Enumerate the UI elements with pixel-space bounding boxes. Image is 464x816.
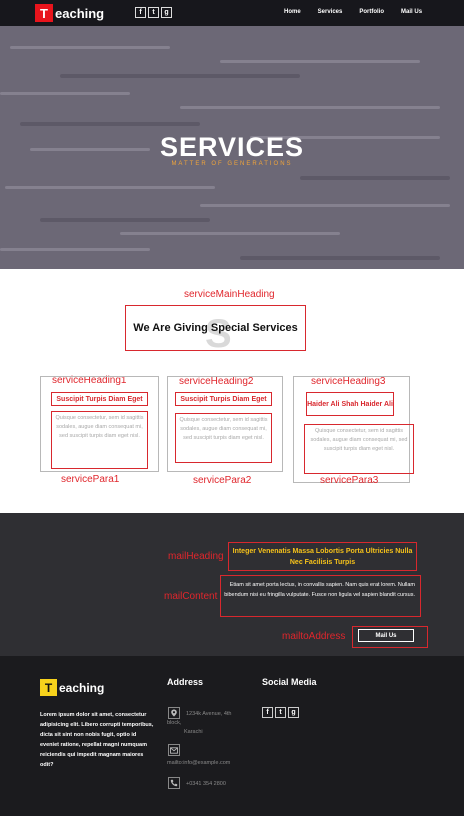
service-heading-2: Suscipit Turpis Diam Eget bbox=[175, 392, 272, 406]
service-para-2-label: servicePara2 bbox=[193, 475, 252, 486]
footer-logo-text: eaching bbox=[59, 680, 105, 695]
mail-heading: Integer Venenatis Massa Lobortis Porta U… bbox=[232, 548, 413, 566]
footer-social-icons: f t g bbox=[262, 707, 299, 718]
top-navbar: T eaching f t g Home Services Portfolio … bbox=[0, 0, 464, 26]
service-para-1-label: servicePara1 bbox=[61, 474, 120, 485]
logo-badge: T bbox=[35, 4, 53, 22]
nav-link-portfolio[interactable]: Portfolio bbox=[359, 9, 384, 15]
heading-watermark: S bbox=[205, 312, 232, 356]
service-main-heading-label: serviceMainHeading bbox=[184, 289, 275, 300]
hero-title: SERVICES bbox=[159, 132, 305, 162]
nav-link-mail-us[interactable]: Mail Us bbox=[401, 9, 422, 15]
hero-texture bbox=[60, 74, 300, 78]
service-para-2: Quisque consectetur, sem id sagittis sod… bbox=[175, 413, 272, 463]
hero-texture bbox=[180, 106, 440, 109]
footer-address-line-1: 1234k Avenue, 4th bbox=[186, 711, 232, 717]
nav-social-icons: f t g bbox=[135, 7, 172, 18]
footer-social-title: Social Media bbox=[262, 677, 317, 687]
mail-heading-label: mailHeading bbox=[168, 551, 224, 562]
hero-texture bbox=[220, 60, 420, 63]
nav-menu: Home Services Portfolio Mail Us bbox=[284, 9, 439, 15]
service-heading-3: Haider Ali Shah Haider Ali bbox=[306, 392, 394, 416]
phone-icon bbox=[168, 777, 180, 789]
footer-email-link[interactable]: mailto:info@example.com bbox=[167, 758, 230, 768]
hero-subtitle: MATTER OF GENERATIONS bbox=[171, 161, 293, 167]
mail-content-label: mailContent bbox=[164, 591, 218, 602]
envelope-icon bbox=[168, 744, 180, 756]
hero-texture bbox=[20, 122, 200, 126]
service-para-3-label: servicePara3 bbox=[320, 475, 379, 486]
google-plus-icon[interactable]: g bbox=[161, 7, 172, 18]
footer-about-text: Lorem ipsum dolor sit amet, consectetur … bbox=[40, 712, 154, 768]
service-para-1: Quisque consectetur, sem id sagittis sod… bbox=[51, 411, 148, 469]
hero-texture bbox=[10, 46, 170, 49]
google-plus-icon[interactable]: g bbox=[288, 707, 299, 718]
facebook-icon[interactable]: f bbox=[262, 707, 273, 718]
mailto-address-label: mailtoAddress bbox=[282, 631, 346, 642]
service-para-3: Quisque consectetur, sem id sagittis sod… bbox=[304, 424, 414, 474]
hero-texture bbox=[120, 232, 340, 235]
footer-address-title: Address bbox=[167, 677, 204, 687]
service-main-heading: We Are Giving Special Services bbox=[133, 322, 298, 334]
nav-link-home[interactable]: Home bbox=[284, 9, 301, 15]
footer-address-line-2: block, bbox=[167, 720, 182, 726]
footer-phone: +0341 354 2800 bbox=[186, 781, 226, 787]
mail-content: Etiam sit amet porta lectus, in convalli… bbox=[224, 582, 415, 598]
twitter-icon[interactable]: t bbox=[275, 707, 286, 718]
facebook-icon[interactable]: f bbox=[135, 7, 146, 18]
service-heading-1: Suscipit Turpis Diam Eget bbox=[51, 392, 148, 406]
hero-texture bbox=[40, 218, 210, 222]
footer-address-line-3: Karachi bbox=[184, 729, 203, 735]
footer-logo-badge: T bbox=[40, 679, 57, 696]
hero-texture bbox=[0, 92, 130, 95]
twitter-icon[interactable]: t bbox=[148, 7, 159, 18]
hero-texture bbox=[240, 256, 440, 260]
nav-link-services[interactable]: Services bbox=[318, 9, 343, 15]
mail-us-button[interactable]: Mail Us bbox=[358, 629, 414, 642]
site-logo[interactable]: T eaching bbox=[35, 4, 104, 22]
logo-text: eaching bbox=[55, 5, 105, 21]
hero-texture bbox=[0, 248, 150, 251]
hero-texture bbox=[5, 186, 215, 189]
hero-texture bbox=[200, 204, 450, 207]
footer-logo[interactable]: T eaching bbox=[40, 679, 104, 696]
hero-texture bbox=[300, 176, 450, 180]
